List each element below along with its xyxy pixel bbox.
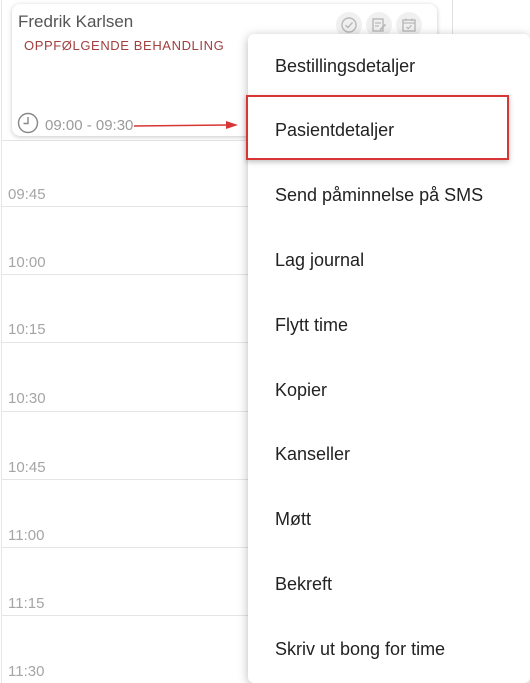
menu-item-mott[interactable]: Møtt [248,496,530,542]
time-slot-label: 10:15 [8,321,46,338]
menu-item-lag-journal[interactable]: Lag journal [248,237,530,283]
time-slot-label: 10:45 [8,459,46,476]
menu-item-bekreft[interactable]: Bekreft [248,561,530,607]
time-slot-label: 11:15 [8,595,45,612]
menu-item-kopier[interactable]: Kopier [248,367,530,413]
annotation-highlight-box [246,95,509,160]
menu-item-bestillingsdetaljer[interactable]: Bestillingsdetaljer [248,43,530,89]
patient-name: Fredrik Karlsen [18,12,134,31]
appointment-time-range: 09:00 - 09:30 [45,117,134,134]
time-slot-label: 09:45 [8,186,46,203]
time-slot-label: 11:00 [8,527,45,544]
menu-item-kanseller[interactable]: Kanseller [248,431,530,477]
appointment-type: OPPFØLGENDE BEHANDLING [24,38,225,53]
time-slot-label: 10:30 [8,390,46,407]
appointment-time: 09:00 - 09:30 [17,112,133,139]
time-slot-label: 10:00 [8,254,46,271]
menu-item-send-sms-reminder[interactable]: Send påminnelse på SMS [248,172,530,218]
annotation-arrow [133,121,238,129]
menu-item-flytt-time[interactable]: Flytt time [248,302,530,348]
time-slot-label: 11:30 [8,663,45,680]
clock-icon [17,112,39,139]
menu-item-skriv-ut-bong[interactable]: Skriv ut bong for time [248,626,530,672]
